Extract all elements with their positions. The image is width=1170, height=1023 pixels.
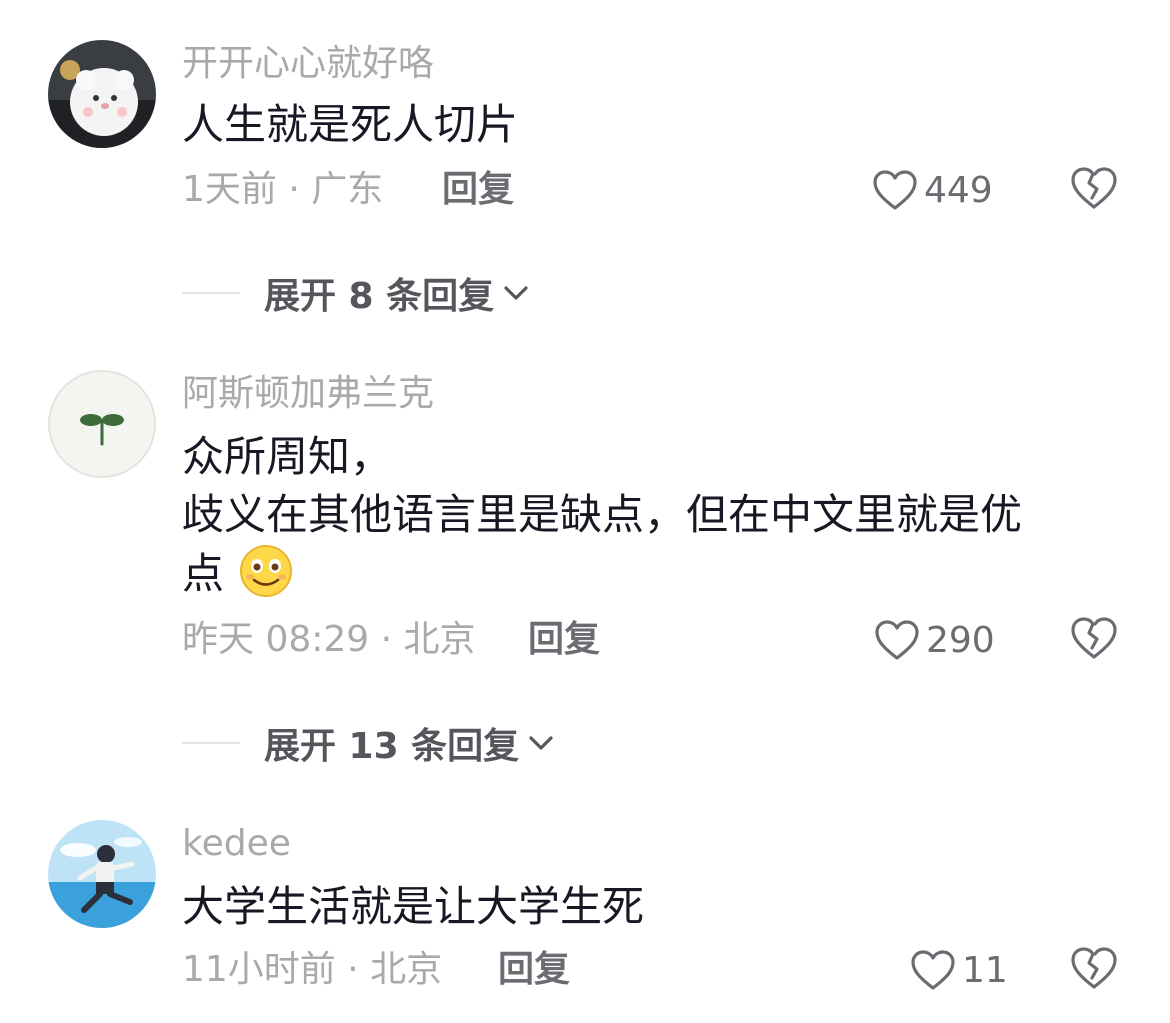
dislike-button[interactable] [1070,166,1120,214]
heart-outline-icon [911,950,955,990]
comment-text: 人生就是死人切片 [182,96,1090,154]
reply-button[interactable]: 回复 [528,616,600,664]
avatar[interactable] [48,40,156,148]
comment-text-line: 歧义在其他语言里是缺点，但在中文里就是优 [182,490,1023,539]
reply-button[interactable]: 回复 [498,946,570,994]
dislike-button[interactable] [1070,616,1120,664]
smiling-face-emoji [237,544,295,598]
broken-heart-icon [1071,947,1117,989]
like-count: 290 [926,619,995,661]
expand-replies-label: 展开 13 条回复 [264,726,520,767]
like-button[interactable]: 11 [910,946,1008,994]
like-button[interactable]: 449 [872,166,993,214]
broken-heart-icon [1071,617,1117,659]
comment-text-line: 大学生活就是让大学生死 [182,882,645,931]
expand-replies-label: 展开 8 条回复 [264,276,495,317]
divider-line [182,742,240,744]
comment-meta: 昨天 08:29 · 北京 [182,619,476,660]
comment-meta: 11小时前 · 北京 [182,949,443,990]
like-button[interactable]: 290 [874,616,995,664]
username[interactable]: 阿斯顿加弗兰克 [182,372,434,416]
chevron-down-icon [504,286,528,300]
expand-replies-button[interactable]: 展开 13 条回复 [182,718,555,768]
reply-button[interactable]: 回复 [442,166,514,214]
avatar[interactable] [48,370,156,478]
divider-line [182,292,240,294]
username[interactable]: 开开心心就好咯 [182,42,434,86]
username[interactable]: kedee [182,822,291,866]
like-count: 11 [962,949,1008,991]
heart-outline-icon [875,620,919,660]
dislike-button[interactable] [1070,946,1120,994]
like-count: 449 [924,169,993,211]
comment-text-fragment: 点 [182,549,225,598]
avatar[interactable] [48,820,156,928]
heart-outline-icon [873,170,917,210]
broken-heart-icon [1071,167,1117,209]
comment-text-line-with-emoji: 点 [182,544,1090,603]
comment-meta: 1天前 · 广东 [182,169,384,210]
expand-replies-button[interactable]: 展开 8 条回复 [182,268,530,318]
comment-text-line: 众所周知， [182,432,393,481]
comment-text-line: 人生就是死人切片 [182,100,519,149]
comment-text: 大学生活就是让大学生死 [182,878,1090,936]
chevron-down-icon [529,736,553,750]
comment-text: 众所周知， 歧义在其他语言里是缺点，但在中文里就是优 点 [182,428,1090,603]
